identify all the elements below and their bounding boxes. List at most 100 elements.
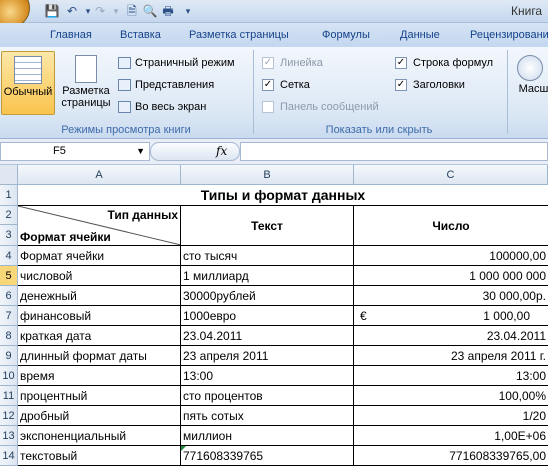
page-layout-button[interactable]: Разметка страницы [58, 51, 114, 115]
currency-symbol: € [360, 309, 367, 323]
page-layout-label-1: Разметка [62, 85, 110, 97]
cell-a5[interactable]: числовой [18, 266, 181, 286]
sheet-title-cell[interactable]: Типы и формат данных [18, 185, 548, 206]
headings-checkbox[interactable]: ✓ Заголовки [395, 76, 465, 94]
row-header[interactable]: 10 [0, 366, 18, 386]
normal-view-button[interactable]: Обычный [1, 51, 55, 115]
formula-bar-checkbox[interactable]: ✓ Строка формул [395, 54, 493, 72]
full-screen-button[interactable]: Во весь экран [118, 98, 206, 116]
row-header[interactable]: 6 [0, 286, 18, 306]
name-box-value: F5 [53, 145, 66, 157]
cell-c10[interactable]: 13:00 [354, 366, 548, 386]
header-data-type: Тип данных [107, 208, 178, 222]
insert-function-icon[interactable]: fx [216, 142, 227, 161]
row-header[interactable]: 14 [0, 446, 18, 466]
cell-a7[interactable]: финансовый [18, 306, 181, 326]
row-header[interactable]: 4 [0, 246, 18, 266]
row-header[interactable]: 8 [0, 326, 18, 346]
cell-a4[interactable]: Формат ячейки [18, 246, 181, 266]
normal-view-icon [14, 56, 42, 84]
cell-c7-value: 1 000,00 [483, 309, 530, 323]
cell-c9[interactable]: 23 апреля 2011 г. [354, 346, 548, 366]
row-header[interactable]: 2 [0, 206, 18, 225]
cell-b4[interactable]: сто тысяч [181, 246, 354, 266]
redo-dropdown-icon[interactable]: ▾ [108, 3, 124, 19]
row-header[interactable]: 9 [0, 346, 18, 366]
cell-c8[interactable]: 23.04.2011 [354, 326, 548, 346]
cell-c11[interactable]: 100,00% [354, 386, 548, 406]
cell-b11[interactable]: сто процентов [181, 386, 354, 406]
cell-c6[interactable]: 30 000,00р. [354, 286, 548, 306]
header-text-cell[interactable]: Текст [181, 206, 354, 246]
custom-views-button[interactable]: Представления [118, 76, 214, 94]
undo-icon[interactable]: ↶ [64, 3, 80, 19]
name-box[interactable]: F5 ▼ [0, 142, 150, 161]
cell-c5[interactable]: 1 000 000 000 [354, 266, 548, 286]
page-break-view-button[interactable]: Страничный режим [118, 54, 235, 72]
print-preview-icon[interactable]: 🔍 [142, 3, 158, 19]
cell-b7[interactable]: 1000евро [181, 306, 354, 326]
cell-b5[interactable]: 1 миллиард [181, 266, 354, 286]
cell-b10[interactable]: 13:00 [181, 366, 354, 386]
cell-a8[interactable]: краткая дата [18, 326, 181, 346]
cell-a6[interactable]: денежный [18, 286, 181, 306]
full-screen-icon [118, 101, 131, 114]
print-icon[interactable]: 🖶 [160, 3, 176, 19]
cell-a9[interactable]: длинный формат даты [18, 346, 181, 366]
gridlines-checkbox[interactable]: ✓ Сетка [262, 76, 310, 94]
chevron-down-icon[interactable]: ▼ [136, 143, 145, 160]
zoom-button[interactable]: Масшт [510, 51, 548, 115]
window-title: Книга [511, 4, 543, 18]
cell-c12[interactable]: 1/20 [354, 406, 548, 426]
group-separator [253, 50, 254, 134]
gridlines-check-icon: ✓ [262, 79, 274, 92]
column-header-c[interactable]: C [354, 165, 548, 185]
cell-a12[interactable]: дробный [18, 406, 181, 426]
message-bar-check-icon [262, 101, 274, 114]
row-header[interactable]: 5 [0, 266, 18, 286]
cell-a14[interactable]: текстовый [18, 446, 181, 466]
cell-b13[interactable]: миллион [181, 426, 354, 446]
column-header-b[interactable]: B [181, 165, 354, 185]
tab-home[interactable]: Главная [44, 23, 98, 47]
header-number-cell[interactable]: Число [354, 206, 548, 246]
formula-input[interactable] [240, 142, 548, 161]
row-header[interactable]: 13 [0, 426, 18, 446]
cell-b8[interactable]: 23.04.2011 [181, 326, 354, 346]
diagonal-header-cell[interactable]: Тип данных Формат ячейки [18, 206, 181, 246]
cell-b6[interactable]: 30000рублей [181, 286, 354, 306]
row-header[interactable]: 11 [0, 386, 18, 406]
headings-label: Заголовки [413, 79, 465, 91]
ruler-checkbox[interactable]: ✓ Линейка [262, 54, 323, 72]
redo-icon[interactable]: ↷ [92, 3, 108, 19]
tab-page-layout[interactable]: Разметка страницы [183, 23, 295, 47]
tab-review[interactable]: Рецензирование [464, 23, 548, 47]
cell-a10[interactable]: время [18, 366, 181, 386]
cell-a11[interactable]: процентный [18, 386, 181, 406]
select-all-corner[interactable] [0, 165, 18, 185]
cell-c14[interactable]: 771608339765,00 [354, 446, 548, 466]
message-bar-checkbox[interactable]: Панель сообщений [262, 98, 379, 116]
tab-formulas[interactable]: Формулы [316, 23, 376, 47]
column-header-a[interactable]: A [18, 165, 181, 185]
cell-c13[interactable]: 1,00E+06 [354, 426, 548, 446]
row-header[interactable]: 1 [0, 185, 18, 206]
cell-c4[interactable]: 100000,00 [354, 246, 548, 266]
row-header[interactable]: 12 [0, 406, 18, 426]
cell-a13[interactable]: экспоненциальный [18, 426, 181, 446]
cell-b14[interactable]: 771608339765 [181, 446, 354, 466]
cell-b9[interactable]: 23 апреля 2011 [181, 346, 354, 366]
new-document-icon[interactable]: 🗎 [124, 3, 140, 19]
ruler-label: Линейка [280, 57, 323, 69]
cell-b14-value: 771608339765 [183, 449, 264, 463]
customize-toolbar-icon[interactable]: ▾ [180, 3, 196, 19]
cell-c7[interactable]: € 1 000,00 [354, 306, 548, 326]
row-header[interactable]: 7 [0, 306, 18, 326]
tab-insert[interactable]: Вставка [114, 23, 167, 47]
row-header[interactable]: 3 [0, 225, 18, 246]
tab-data[interactable]: Данные [394, 23, 446, 47]
save-icon[interactable]: 💾 [44, 3, 60, 19]
headings-check-icon: ✓ [395, 79, 407, 92]
cell-b12[interactable]: пять сотых [181, 406, 354, 426]
zoom-label: Масшт [518, 83, 548, 95]
